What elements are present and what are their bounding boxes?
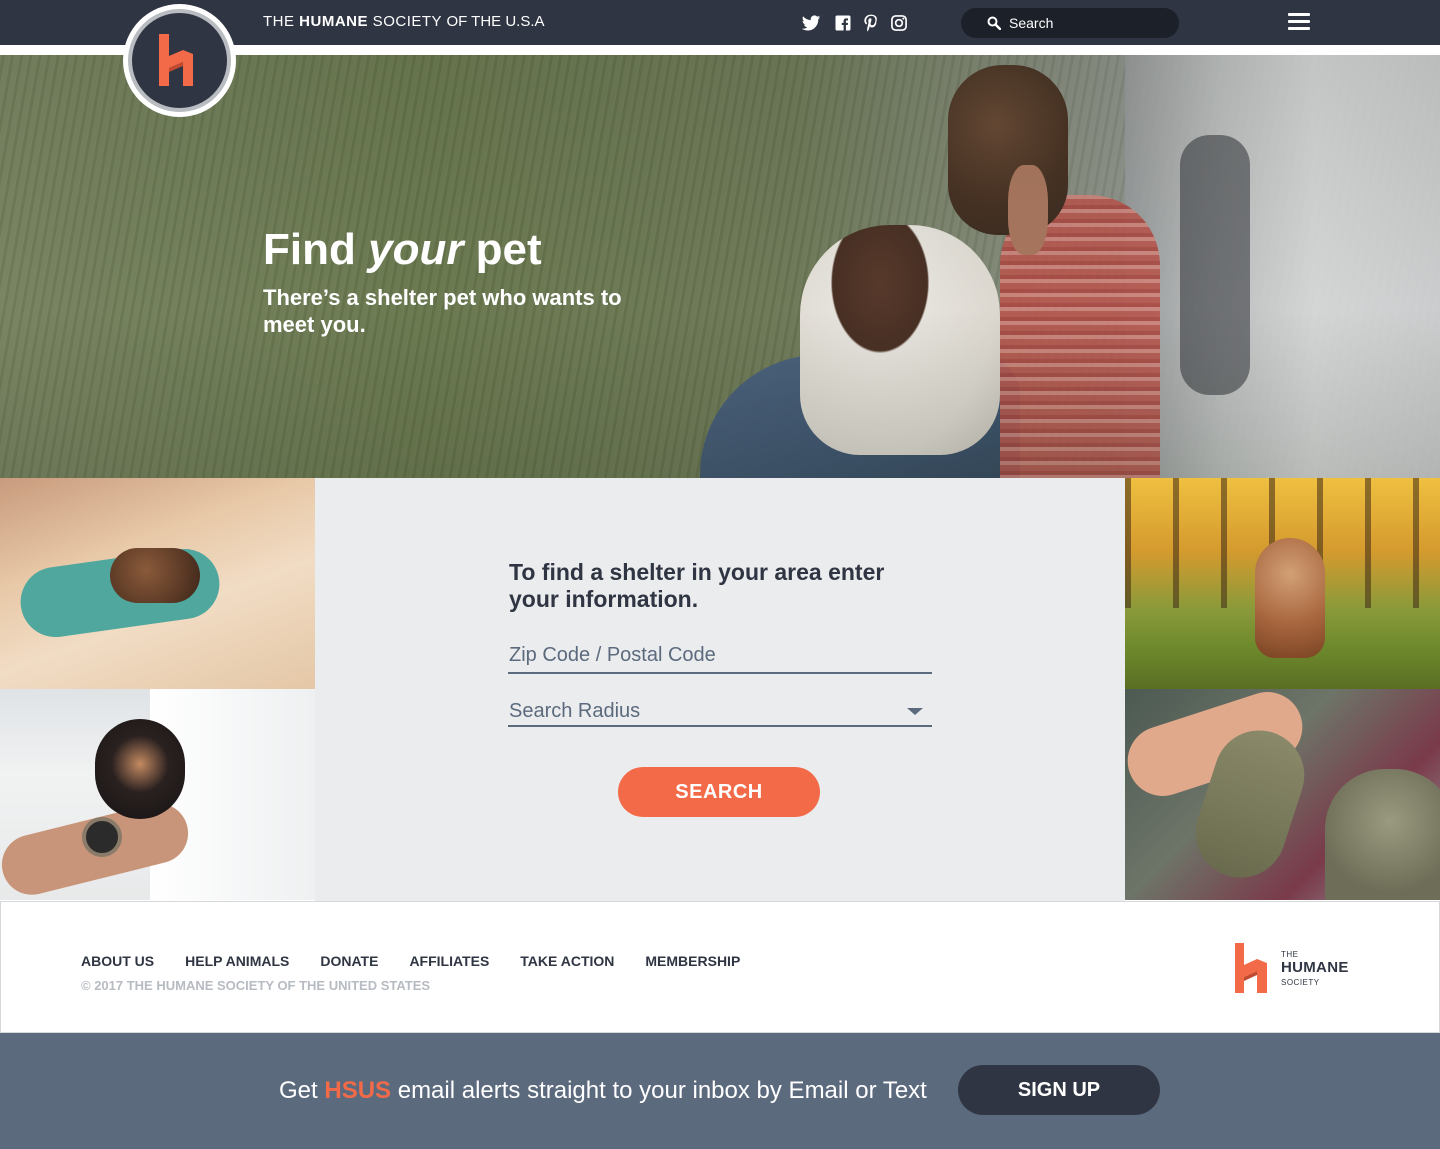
search-button[interactable]: SEARCH bbox=[618, 767, 820, 817]
footer-link-about-us[interactable]: ABOUT US bbox=[81, 953, 154, 969]
facebook-icon[interactable] bbox=[833, 13, 853, 33]
hamburger-menu-icon[interactable] bbox=[1288, 13, 1310, 33]
search-radius-label: Search Radius bbox=[509, 700, 641, 722]
humane-society-h-logo-icon bbox=[1235, 943, 1267, 993]
footer-link-membership[interactable]: MEMBERSHIP bbox=[645, 953, 740, 969]
hero-banner bbox=[0, 55, 1440, 478]
site-logo[interactable] bbox=[123, 4, 236, 117]
sign-up-button[interactable]: SIGN UP bbox=[958, 1065, 1160, 1115]
cat-on-blanket-photo bbox=[0, 478, 315, 689]
footer-link-help-animals[interactable]: HELP ANIMALS bbox=[185, 953, 289, 969]
pinterest-icon[interactable] bbox=[861, 13, 881, 33]
hero-subtitle: There’s a shelter pet who wants to meet … bbox=[263, 285, 622, 337]
footer-logo[interactable]: THE HUMANE SOCIETY bbox=[1233, 941, 1363, 996]
search-radius-select[interactable]: Search Radius bbox=[508, 697, 932, 727]
site-footer: ABOUT US HELP ANIMALS DONATE AFFILIATES … bbox=[0, 901, 1440, 1033]
footer-link-affiliates[interactable]: AFFILIATES bbox=[409, 953, 489, 969]
twitter-icon[interactable] bbox=[801, 13, 821, 33]
chihuahua-in-arms-photo bbox=[0, 689, 315, 900]
copyright-text: © 2017 THE HUMANE SOCIETY OF THE UNITED … bbox=[81, 978, 431, 993]
header-search-box[interactable] bbox=[961, 8, 1179, 38]
signup-message: Get HSUS email alerts straight to your i… bbox=[279, 1077, 927, 1104]
cat-paw-high-five-photo bbox=[1125, 689, 1440, 900]
header-search-input[interactable] bbox=[1009, 12, 1169, 34]
email-signup-bar: Get HSUS email alerts straight to your i… bbox=[0, 1033, 1440, 1149]
chevron-down-icon bbox=[907, 708, 923, 715]
shelter-finder-panel: To find a shelter in your area enter you… bbox=[315, 478, 1125, 901]
site-brand-title[interactable]: THE HUMANE SOCIETY OF THE U.S.A bbox=[263, 13, 545, 30]
search-icon bbox=[987, 16, 1001, 30]
zip-code-input[interactable] bbox=[508, 638, 932, 674]
humane-society-h-logo-icon bbox=[159, 34, 193, 86]
shelter-finder-title: To find a shelter in your area enter you… bbox=[509, 559, 885, 612]
hero-title: Find your pet bbox=[263, 225, 542, 274]
footer-link-take-action[interactable]: TAKE ACTION bbox=[520, 953, 614, 969]
footer-navigation: ABOUT US HELP ANIMALS DONATE AFFILIATES … bbox=[81, 953, 771, 969]
footer-link-donate[interactable]: DONATE bbox=[320, 953, 378, 969]
spaniel-in-park-photo bbox=[1125, 478, 1440, 689]
instagram-icon[interactable] bbox=[889, 13, 909, 33]
